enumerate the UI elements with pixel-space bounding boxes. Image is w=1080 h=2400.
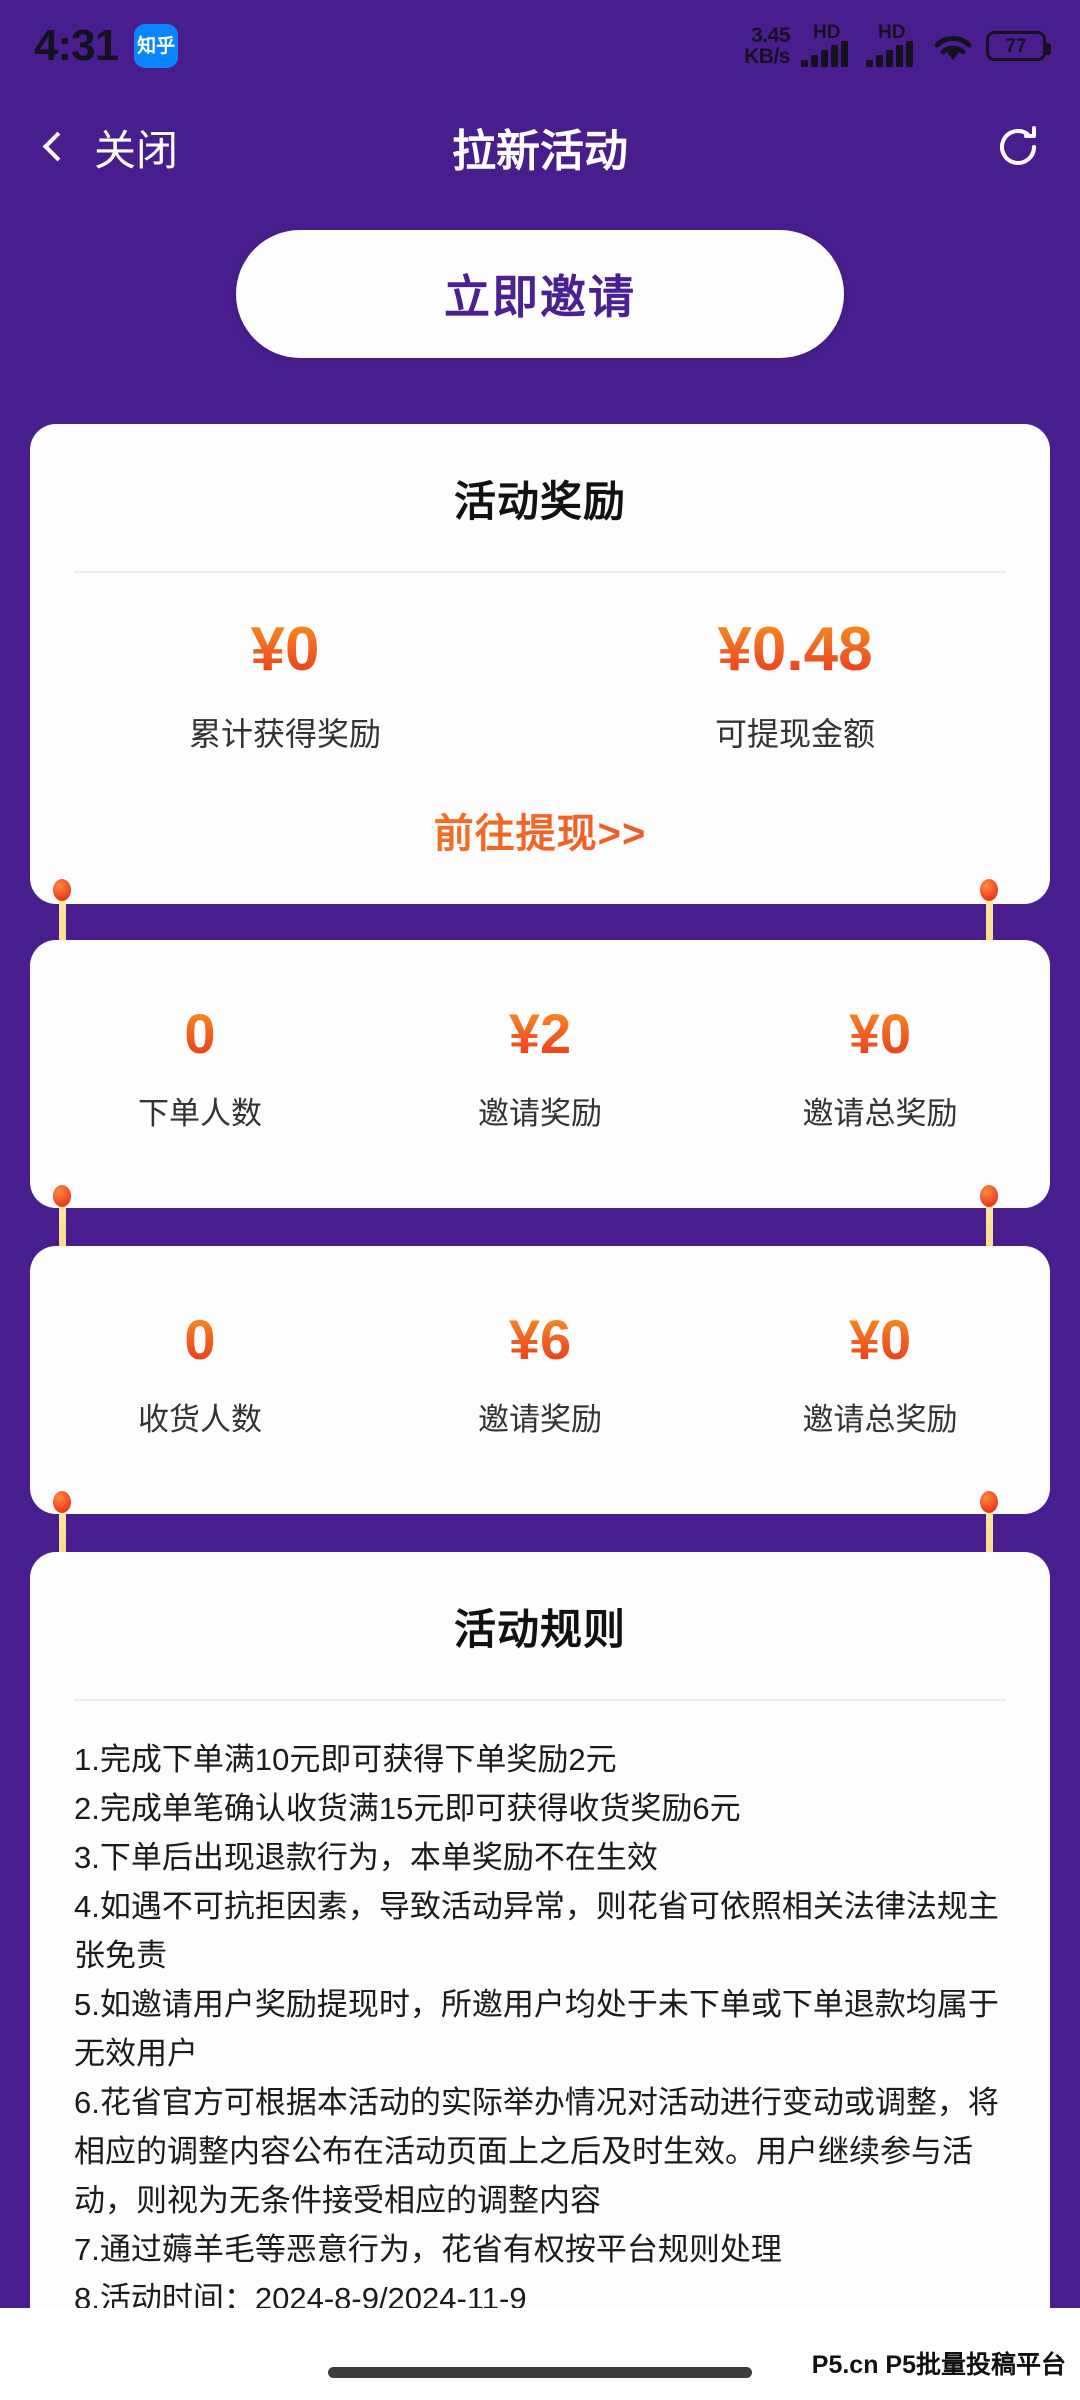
connector-dot-top (980, 1491, 998, 1513)
order-count-label: 下单人数 (138, 1096, 262, 1131)
signal-bars-sim1 (801, 41, 848, 67)
rule-item: 6.花省官方可根据本活动的实际举办情况对活动进行变动或调整，将相应的调整内容公布… (74, 2085, 999, 2218)
signal-bars-sim2 (866, 41, 913, 67)
app-screen: 4:31 知乎 3.45 KB/s HD HD 77 关闭 拉新活动 立即邀请 … (0, 0, 1080, 2400)
rewards-divider (74, 571, 1006, 573)
connector-dot-top (53, 1491, 71, 1513)
receive-reward-label: 邀请奖励 (478, 1402, 602, 1437)
order-count-value: 0 (30, 1006, 370, 1062)
status-bar-right: 3.45 KB/s HD HD 77 (744, 22, 1051, 68)
signal-sim1-icon: HD (801, 22, 855, 67)
rule-item: 1.完成下单满10元即可获得下单奖励2元 (74, 1742, 617, 1777)
rewards-withdrawable-value: ¥0.48 (540, 619, 1050, 681)
page-bottom-spacer (0, 2308, 1080, 2326)
battery-icon: 77 (986, 31, 1051, 61)
hd-label-sim2: HD (878, 22, 906, 43)
wifi-icon (931, 29, 975, 63)
refresh-icon[interactable] (992, 121, 1044, 173)
order-stat-reward: ¥2 邀请奖励 (370, 1006, 710, 1133)
zhihu-app-badge-icon: 知乎 (134, 24, 179, 68)
order-stats-card: 0 下单人数 ¥2 邀请奖励 ¥0 邀请总奖励 (30, 940, 1050, 1208)
rule-item: 3.下单后出现退款行为，本单奖励不在生效 (74, 1840, 658, 1875)
receive-stats-card: 0 收货人数 ¥6 邀请奖励 ¥0 邀请总奖励 (30, 1246, 1050, 1514)
go-to-withdraw-link[interactable]: 前往提现>> (30, 801, 1050, 859)
rule-item: 2.完成单笔确认收货满15元即可获得收货奖励6元 (74, 1791, 741, 1826)
receive-stat-total-reward: ¥0 邀请总奖励 (710, 1312, 1050, 1439)
network-speed-unit: KB/s (744, 45, 790, 68)
network-speed-value: 3.45 (751, 23, 790, 47)
rules-card-title: 活动规则 (453, 1606, 626, 1653)
order-total-reward-label: 邀请总奖励 (802, 1096, 958, 1131)
connector-dot-top (53, 879, 71, 901)
rewards-card-title: 活动奖励 (453, 478, 626, 525)
receive-total-reward-label: 邀请总奖励 (802, 1402, 958, 1437)
rule-item: 4.如遇不可抗拒因素，导致活动异常，则花省可依照相关法律法规主张免责 (74, 1889, 999, 1973)
order-stat-total-reward: ¥0 邀请总奖励 (710, 1006, 1050, 1133)
home-indicator[interactable] (328, 2367, 752, 2378)
close-button[interactable]: 关闭 (94, 117, 178, 178)
rewards-stats-row: ¥0 累计获得奖励 ¥0.48 可提现金额 (30, 619, 1050, 755)
network-speed-indicator: 3.45 KB/s (744, 23, 790, 68)
rewards-stat-total: ¥0 累计获得奖励 (30, 619, 540, 755)
status-bar-left: 4:31 知乎 (34, 21, 179, 71)
connector-dot-top (980, 1185, 998, 1207)
order-stats-row: 0 下单人数 ¥2 邀请奖励 ¥0 邀请总奖励 (30, 940, 1050, 1133)
rules-list: 1.完成下单满10元即可获得下单奖励2元 2.完成单笔确认收货满15元即可获得收… (30, 1701, 1050, 2323)
status-clock: 4:31 (34, 21, 119, 70)
receive-stat-reward: ¥6 邀请奖励 (370, 1312, 710, 1439)
receive-count-value: 0 (30, 1312, 370, 1368)
rewards-total-label: 累计获得奖励 (188, 716, 381, 752)
rules-card: 活动规则 1.完成下单满10元即可获得下单奖励2元 2.完成单笔确认收货满15元… (30, 1552, 1050, 2342)
order-total-reward-value: ¥0 (710, 1006, 1050, 1062)
order-reward-value: ¥2 (370, 1006, 710, 1062)
watermark-text: P5.cn P5批量投稿平台 (811, 2351, 1066, 2379)
order-reward-label: 邀请奖励 (478, 1096, 602, 1131)
rewards-withdrawable-label: 可提现金额 (714, 716, 875, 752)
connector-dot-top (980, 879, 998, 901)
order-stat-count: 0 下单人数 (30, 1006, 370, 1133)
connector-dot-top (53, 1185, 71, 1207)
hd-label-sim1: HD (813, 22, 841, 43)
status-bar: 4:31 知乎 3.45 KB/s HD HD 77 (0, 0, 1080, 92)
signal-sim2-icon: HD (866, 22, 920, 67)
rewards-card: 活动奖励 ¥0 累计获得奖励 ¥0.48 可提现金额 前往提现>> (30, 424, 1050, 904)
receive-count-label: 收货人数 (138, 1402, 262, 1437)
receive-total-reward-value: ¥0 (710, 1312, 1050, 1368)
rule-item: 5.如邀请用户奖励提现时，所邀用户均处于未下单或下单退款均属于无效用户 (74, 1987, 999, 2071)
battery-percent: 77 (1005, 35, 1027, 57)
receive-reward-value: ¥6 (370, 1312, 710, 1368)
rewards-stat-withdrawable: ¥0.48 可提现金额 (540, 619, 1050, 755)
page-header: 关闭 拉新活动 (0, 92, 1080, 202)
receive-stats-row: 0 收货人数 ¥6 邀请奖励 ¥0 邀请总奖励 (30, 1246, 1050, 1439)
bottom-bar: P5.cn P5批量投稿平台 (0, 2326, 1080, 2400)
receive-stat-count: 0 收货人数 (30, 1312, 370, 1439)
rule-item: 7.通过薅羊毛等恶意行为，花省有权按平台规则处理 (74, 2232, 782, 2267)
back-icon[interactable] (36, 130, 70, 164)
invite-now-button[interactable]: 立即邀请 (236, 230, 844, 358)
rewards-total-value: ¥0 (30, 619, 540, 681)
